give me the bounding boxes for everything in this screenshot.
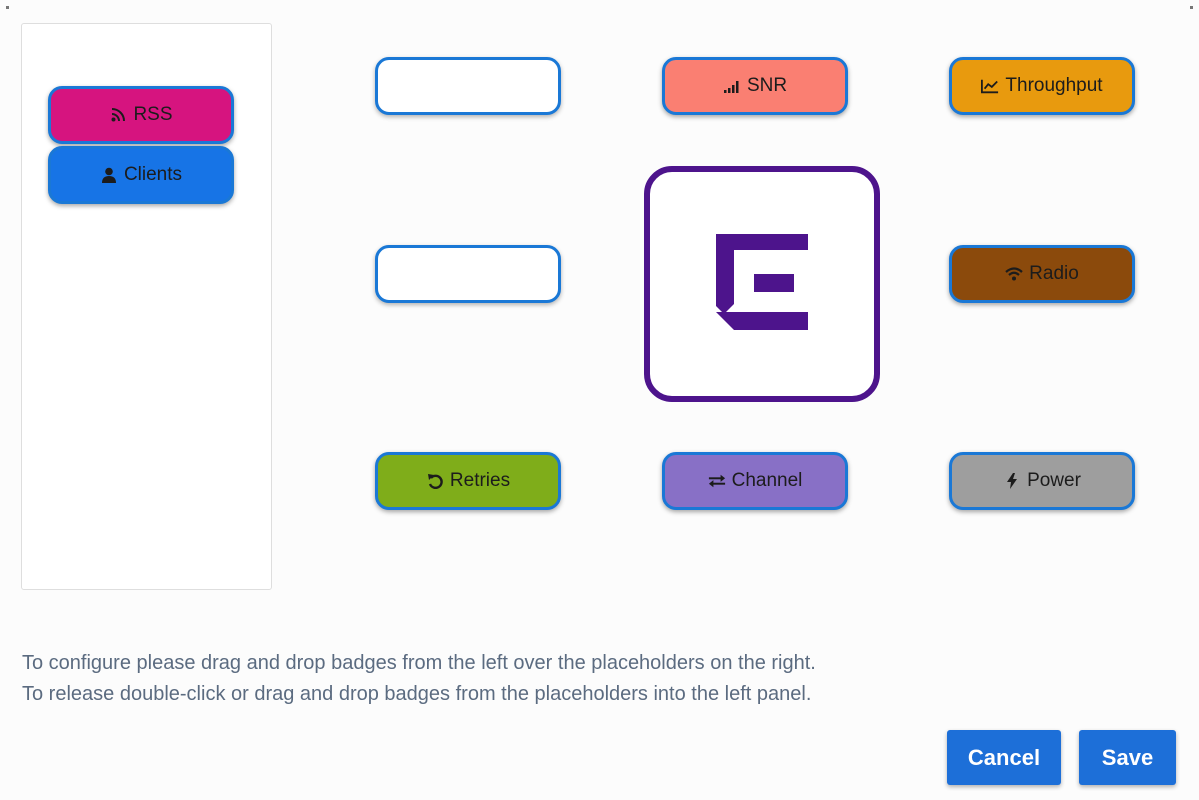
snr-badge[interactable]: SNR (662, 57, 848, 115)
radio-badge[interactable]: Radio (949, 245, 1135, 303)
radio-badge-label: Radio (1029, 263, 1079, 284)
user-icon (100, 166, 118, 184)
instructions-line-2: To release double-click or drag and drop… (22, 683, 812, 705)
channel-badge[interactable]: Channel (662, 452, 848, 510)
corner-mark-left (6, 6, 9, 9)
rss-badge-label: RSS (133, 104, 173, 125)
exchange-icon (708, 472, 726, 490)
placeholder-top-left[interactable] (375, 57, 561, 115)
rss-badge[interactable]: RSS (48, 86, 234, 144)
save-button[interactable]: Save (1079, 730, 1176, 785)
undo-icon (426, 472, 444, 490)
retries-badge[interactable]: Retries (375, 452, 561, 510)
signal-bars-icon (723, 77, 741, 95)
instructions-text: To configure please drag and drop badges… (22, 648, 816, 710)
instructions-line-1: To configure please drag and drop badges… (22, 652, 816, 674)
power-badge-label: Power (1027, 470, 1081, 491)
clients-badge[interactable]: Clients (48, 146, 234, 204)
power-badge[interactable]: Power (949, 452, 1135, 510)
extreme-logo-icon (716, 233, 808, 335)
throughput-badge-label: Throughput (1005, 75, 1103, 96)
retries-badge-label: Retries (449, 470, 511, 491)
corner-mark-right (1190, 6, 1193, 9)
line-chart-icon (981, 77, 999, 95)
logo-box (644, 166, 880, 402)
clients-badge-label: Clients (123, 164, 183, 185)
cancel-button[interactable]: Cancel (947, 730, 1061, 785)
channel-badge-label: Channel (731, 470, 803, 491)
snr-badge-label: SNR (746, 75, 788, 96)
badge-source-panel[interactable]: RSS Clients (21, 23, 272, 590)
bolt-icon (1003, 472, 1021, 490)
throughput-badge[interactable]: Throughput (949, 57, 1135, 115)
wifi-icon (1005, 265, 1023, 283)
rss-icon (109, 106, 127, 124)
placeholder-middle-left[interactable] (375, 245, 561, 303)
